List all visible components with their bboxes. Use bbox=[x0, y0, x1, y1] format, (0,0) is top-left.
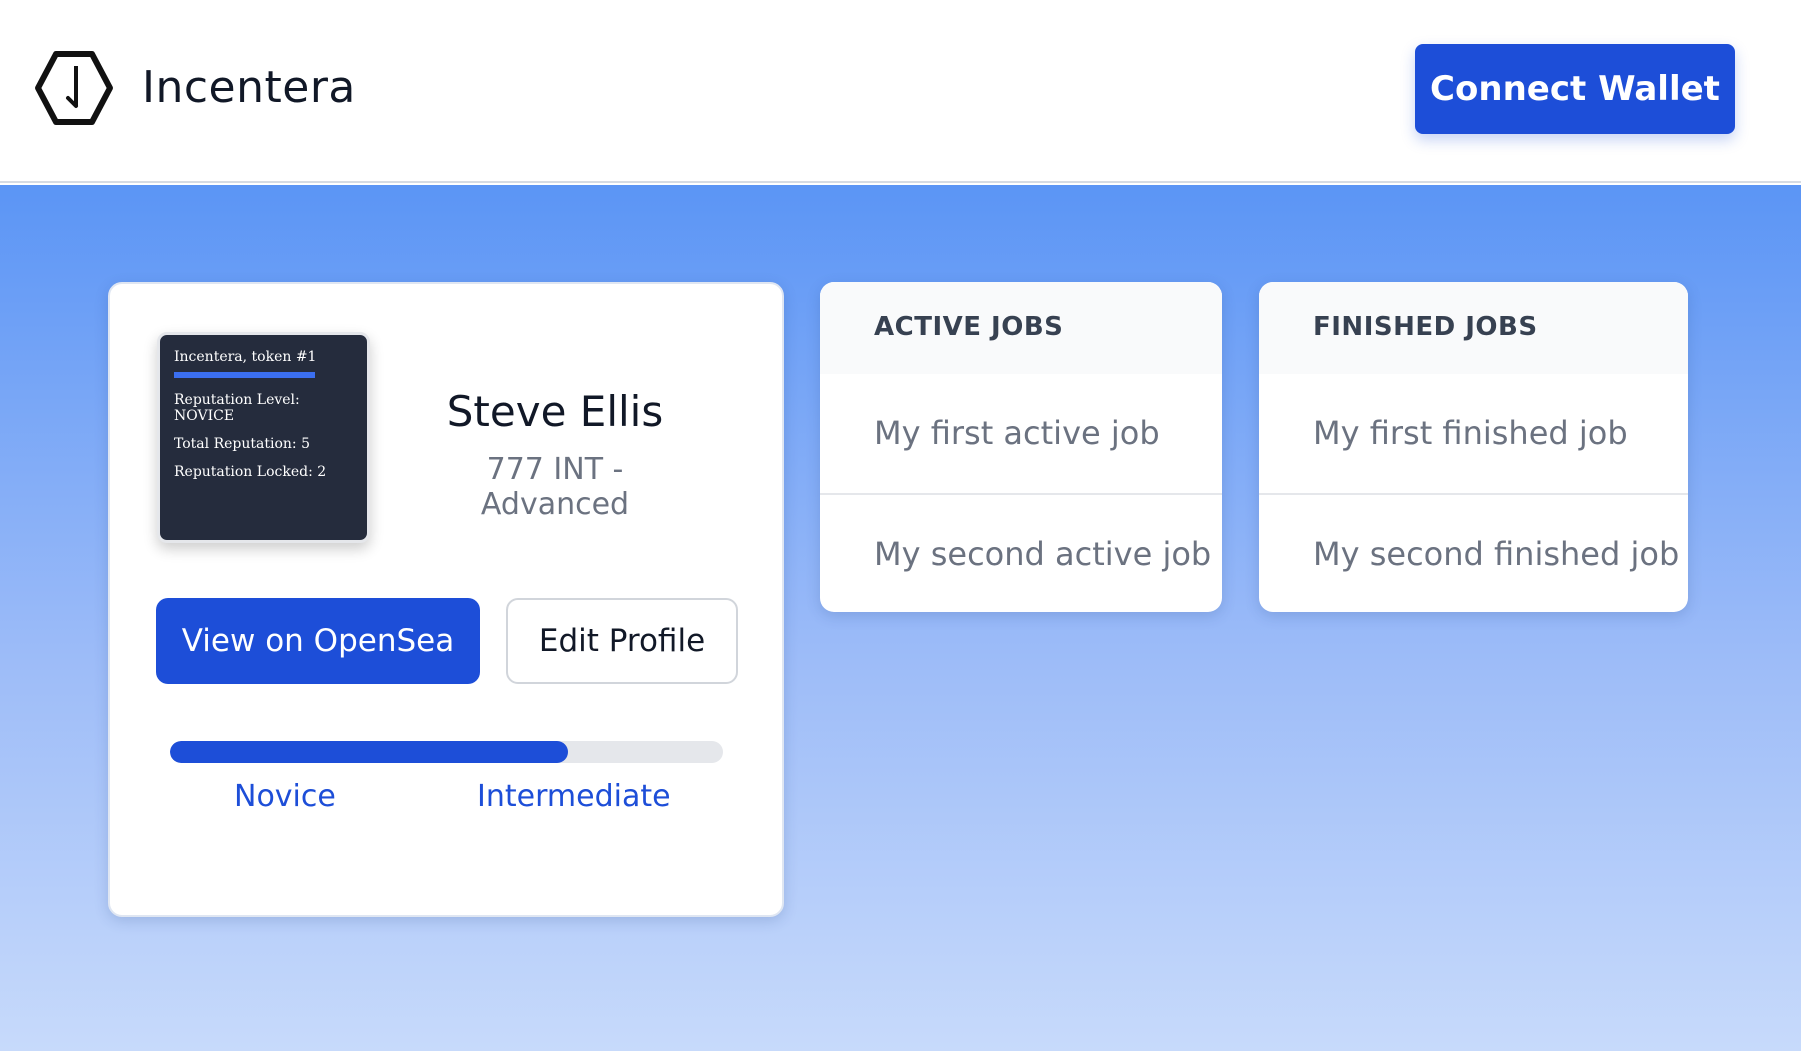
finished-job-item[interactable]: My second finished job bbox=[1259, 493, 1688, 612]
current-level-label: Novice bbox=[234, 779, 336, 814]
profile-card: Incentera, token #1 Reputation Level: NO… bbox=[108, 282, 784, 917]
main-area: Incentera, token #1 Reputation Level: NO… bbox=[0, 185, 1801, 1051]
next-level-label: Intermediate bbox=[477, 779, 671, 814]
connect-wallet-button[interactable]: Connect Wallet bbox=[1415, 44, 1735, 134]
finished-jobs-heading: FINISHED JOBS bbox=[1259, 282, 1688, 374]
view-on-opensea-button[interactable]: View on OpenSea bbox=[156, 598, 480, 684]
finished-job-item[interactable]: My first finished job bbox=[1259, 374, 1688, 493]
nft-reputation-locked: Reputation Locked: 2 bbox=[174, 464, 327, 480]
active-job-item[interactable]: My second active job bbox=[820, 493, 1222, 612]
profile-name: Steve Ellis bbox=[446, 387, 664, 436]
nft-total-reputation: Total Reputation: 5 bbox=[174, 436, 310, 452]
brand-name[interactable]: Incentera bbox=[142, 62, 356, 113]
active-job-item[interactable]: My first active job bbox=[820, 374, 1222, 493]
edit-profile-button[interactable]: Edit Profile bbox=[506, 598, 738, 684]
nft-accent-bar bbox=[174, 372, 315, 378]
active-jobs-card: ACTIVE JOBS My first active job My secon… bbox=[820, 282, 1222, 612]
nft-token-card[interactable]: Incentera, token #1 Reputation Level: NO… bbox=[157, 332, 370, 543]
profile-subtitle: 777 INT - Advanced bbox=[480, 452, 630, 522]
top-header: Incentera Connect Wallet bbox=[0, 0, 1801, 183]
active-jobs-heading: ACTIVE JOBS bbox=[820, 282, 1222, 374]
hexagon-logo-icon[interactable] bbox=[34, 50, 114, 126]
reputation-progress-fill bbox=[170, 741, 569, 763]
nft-title: Incentera, token #1 bbox=[174, 349, 317, 365]
nft-reputation-level: Reputation Level: NOVICE bbox=[174, 392, 300, 424]
reputation-progress-bar bbox=[170, 741, 723, 763]
finished-jobs-card: FINISHED JOBS My first finished job My s… bbox=[1259, 282, 1688, 612]
